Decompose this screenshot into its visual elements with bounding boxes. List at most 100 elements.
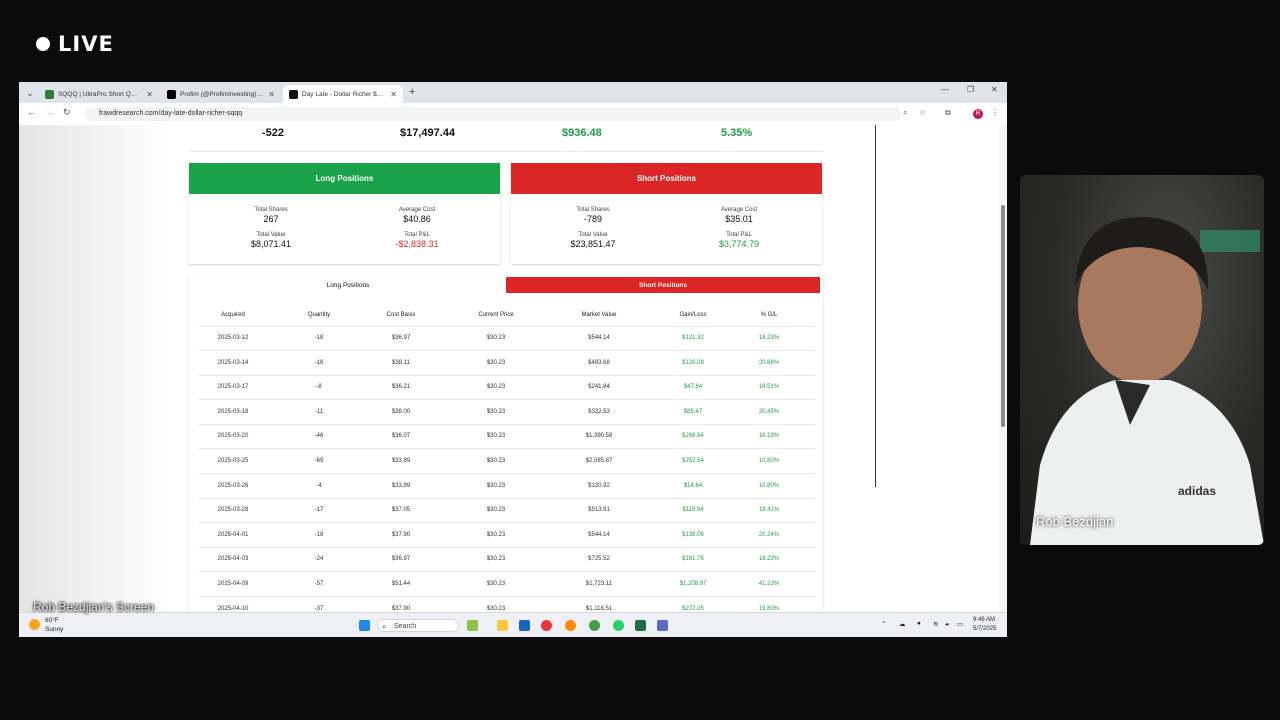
table-cell: 18.41% (758, 507, 780, 514)
row-divider (199, 473, 815, 474)
row-divider (199, 596, 815, 597)
positions-tabs: Long Positions Short Positions (189, 277, 823, 293)
summary-cost: $17,497.44 (400, 127, 456, 139)
table-cell: $36.97 (391, 335, 411, 341)
wifi-icon[interactable]: ≋ (933, 620, 938, 628)
stat-value: $8,071.41 (250, 239, 292, 249)
table-cell: $30.23 (486, 507, 506, 514)
short-average-cost: Average Cost $35.01 (679, 207, 799, 224)
positions-table: Long Positions Short Positions Acquired Q… (189, 275, 823, 612)
browser-menu-icon[interactable]: ⋮ (991, 108, 999, 117)
stat-label: Total P&L (726, 232, 752, 238)
table-cell: 20.24% (758, 531, 780, 538)
tab-short-positions[interactable]: Short Positions (506, 277, 820, 293)
table-cell: $30.23 (486, 458, 506, 464)
table-cell: $483.68 (588, 359, 610, 366)
bookmark-star-icon[interactable]: ☆ (919, 108, 926, 117)
chrome-profile-icon[interactable] (565, 620, 576, 631)
microphone-icon[interactable]: ● (917, 620, 921, 627)
tab-title: SQQQ | UltraPro Short QQQ | ProShares (58, 90, 142, 98)
url-text: frawdresearch.com/day-late-dollar-richer… (99, 110, 243, 117)
stat-label: Total Value (578, 232, 608, 238)
app-icon[interactable] (657, 620, 668, 631)
volume-icon[interactable]: ◂ (945, 620, 948, 628)
tab-sqqq[interactable]: SQQQ | UltraPro Short QQQ | ProShares ✕ (39, 85, 159, 103)
long-total-shares: Total Shares 267 (211, 207, 331, 224)
column-header[interactable]: Current Price (451, 312, 541, 318)
minimize-icon[interactable]: — (941, 85, 949, 94)
search-icon: ⌕ (382, 622, 387, 631)
table-cell: 2025-04-10 (217, 605, 249, 612)
restore-icon[interactable]: ❐ (967, 85, 974, 94)
battery-icon[interactable]: ▭ (957, 620, 963, 628)
table-cell: 41.23% (758, 581, 780, 587)
taskbar-search[interactable]: ⌕ Search (377, 619, 459, 632)
table-cell: $30.23 (486, 556, 506, 563)
outlook-icon[interactable] (519, 620, 530, 631)
screen-share-label: Rob Bezdjian's Screen (33, 600, 155, 614)
chrome-alt-icon[interactable] (589, 620, 600, 631)
tab-search-chevron-icon[interactable]: ⌄ (23, 86, 37, 100)
new-tab-icon[interactable]: + (409, 86, 415, 98)
close-tab-icon[interactable]: ✕ (268, 90, 275, 99)
windows-taskbar: 60°F Sunny ⌕ Search ⌃ ☁ ● ≋ ◂ ▭ 9:46 AM … (19, 612, 1007, 637)
reload-icon[interactable]: ↻ (63, 107, 71, 118)
table-cell: 20.68% (758, 359, 780, 366)
forward-arrow-icon[interactable]: → (45, 107, 54, 117)
table-cell: 2025-03-20 (217, 433, 249, 440)
row-divider (199, 546, 815, 548)
frawd-favicon-icon (289, 89, 298, 99)
whatsapp-icon[interactable] (613, 620, 624, 631)
table-cell: $332.53 (588, 408, 610, 415)
tab-title: Day Late - Dollar Richer $SQQQ (302, 90, 387, 98)
table-cell: 2025-04-09 (217, 581, 249, 587)
close-tab-icon[interactable]: ✕ (146, 90, 153, 99)
back-arrow-icon[interactable]: ← (27, 107, 36, 117)
table-cell: $38.11 (392, 359, 410, 366)
excel-icon[interactable] (635, 620, 646, 631)
profile-avatar[interactable]: R (973, 109, 983, 119)
tab-long-positions[interactable]: Long Positions (189, 277, 507, 293)
table-cell: $30.23 (486, 531, 506, 538)
table-cell: $30.23 (486, 482, 506, 489)
stat-label: Total Value (256, 232, 286, 238)
summary-quantity: -522 (262, 127, 285, 139)
stat-value: 267 (263, 214, 279, 224)
zoom-icon[interactable]: ⌕ (903, 108, 907, 118)
cloud-icon[interactable]: ☁ (899, 620, 906, 628)
page-scrollbar-thumb[interactable] (1001, 205, 1005, 427)
table-cell: -16 (314, 359, 324, 366)
proshares-favicon-icon (45, 89, 54, 99)
chevron-up-icon[interactable]: ⌃ (881, 620, 886, 628)
tab-x-profile[interactable]: Profim (@ProfimInvesting) / X ✕ (161, 85, 281, 103)
close-window-icon[interactable]: ✕ (991, 85, 998, 94)
column-header[interactable]: Market Value (554, 312, 644, 318)
close-tab-icon[interactable]: ✕ (390, 90, 397, 99)
table-cell: 10.80% (758, 482, 780, 489)
column-header[interactable]: % G/L (724, 312, 814, 318)
address-bar[interactable]: frawdresearch.com/day-late-dollar-richer… (85, 107, 901, 121)
column-header[interactable]: Cost Basis (356, 312, 446, 318)
short-total-pnl: Total P&L $3,774.79 (679, 232, 799, 249)
table-cell: 19.60% (758, 605, 780, 612)
extensions-icon[interactable]: ⧉ (945, 108, 951, 118)
clock-time[interactable]: 9:46 AM (973, 617, 995, 623)
taskbar-search-placeholder: Search (394, 623, 417, 630)
chrome-icon[interactable] (541, 620, 552, 631)
widgets-icon[interactable] (467, 620, 478, 631)
table-cell: $30.23 (486, 433, 506, 440)
column-header[interactable]: Acquired (188, 312, 278, 318)
file-explorer-icon[interactable] (497, 620, 508, 631)
weather-desc: Sunny (45, 626, 64, 633)
windows-start-icon[interactable] (359, 620, 370, 631)
table-cell: 2025-04-03 (217, 556, 249, 563)
stat-label: Average Cost (720, 207, 758, 213)
clock-date[interactable]: 5/7/2025 (973, 626, 996, 632)
tab-day-late[interactable]: Day Late - Dollar Richer $SQQQ ✕ (283, 85, 403, 103)
table-cell: $1,390.58 (585, 433, 613, 440)
column-header[interactable]: Quantity (274, 312, 364, 318)
row-divider (199, 571, 815, 573)
table-cell: $37.90 (391, 531, 411, 538)
weather-sun-icon[interactable] (29, 619, 40, 630)
table-cell: -18 (314, 335, 324, 341)
